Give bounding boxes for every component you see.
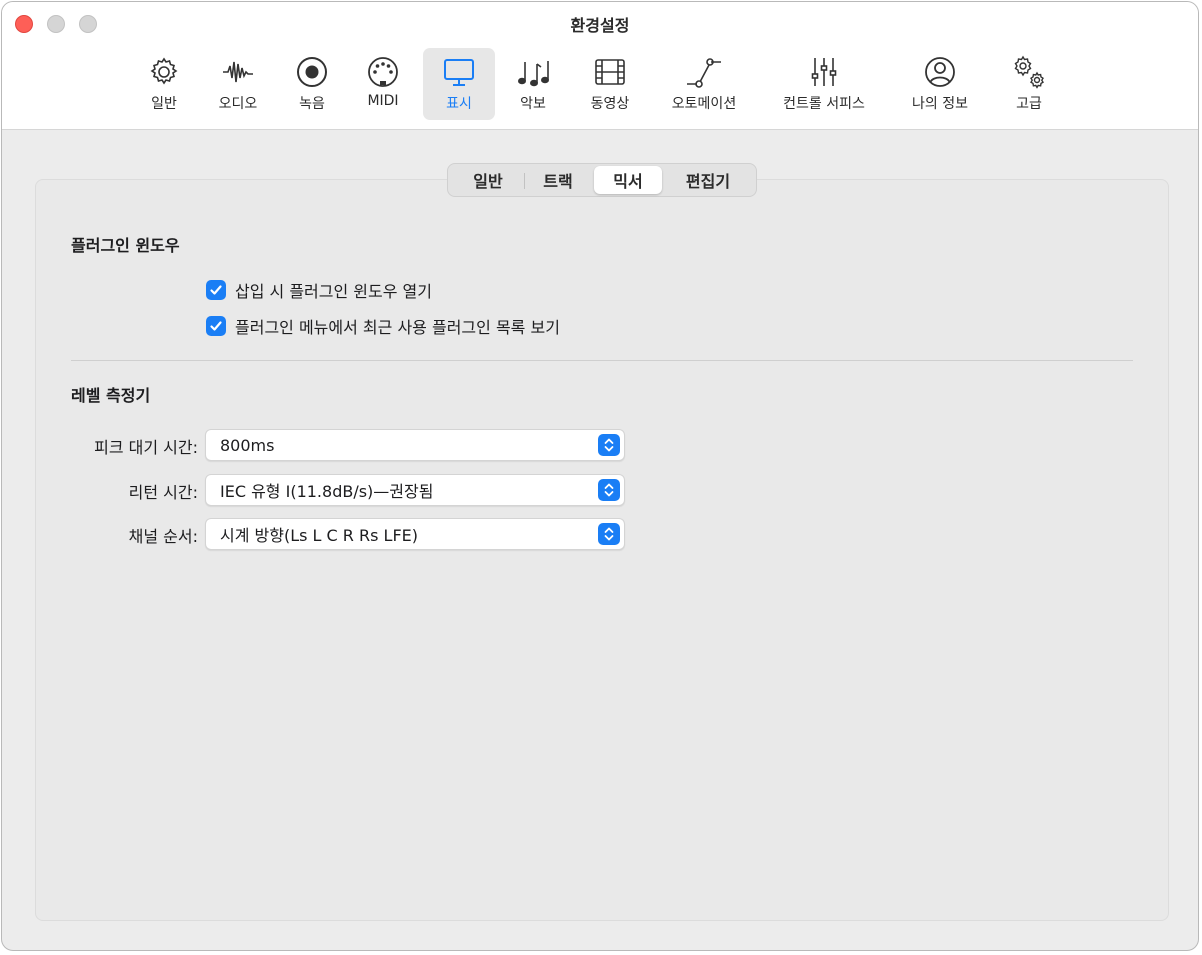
checkmark-icon [210, 285, 222, 295]
chevron-up-down-icon [598, 434, 620, 456]
tab-track[interactable]: 트랙 [525, 166, 591, 194]
toolbar-label-recording: 녹음 [299, 96, 325, 112]
tab-mixer[interactable]: 믹서 [594, 166, 662, 194]
recent-plugins-list-option[interactable]: 플러그인 메뉴에서 최근 사용 플러그인 목록 보기 [206, 314, 560, 338]
title-bar: 환경설정 일반 오디오 녹음 MIDI 표시 악보 동영상 오토메이션 컨트롤 … [2, 2, 1198, 130]
toolbar-item-automation[interactable]: 오토메이션 [660, 48, 748, 120]
recent-plugins-list-label: 플러그인 메뉴에서 최근 사용 플러그인 목록 보기 [235, 318, 560, 337]
peak-hold-time-label: 피크 대기 시간: [94, 438, 198, 457]
preferences-window: 환경설정 일반 오디오 녹음 MIDI 표시 악보 동영상 오토메이션 컨트롤 … [1, 1, 1199, 951]
toolbar-item-score[interactable]: 악보 [508, 48, 558, 120]
gears-icon [1011, 54, 1047, 90]
peak-hold-time-value: 800ms [220, 435, 275, 455]
section-divider [71, 360, 1133, 361]
channel-order-popup[interactable]: 시계 방향(Ls L C R Rs LFE) [205, 518, 625, 550]
toolbar-label-audio: 오디오 [218, 96, 258, 112]
gear-icon [146, 54, 182, 90]
toolbar-item-display[interactable]: 표시 [423, 48, 495, 120]
person-circle-icon [922, 54, 958, 90]
return-time-value: IEC 유형 I(11.8dB/s)—권장됨 [220, 482, 434, 501]
peak-hold-time-popup[interactable]: 800ms [205, 429, 625, 461]
window-title: 환경설정 [570, 16, 630, 35]
toolbar-label-automation: 오토메이션 [671, 96, 737, 112]
record-icon [294, 54, 330, 90]
plugin-window-heading: 플러그인 윈도우 [71, 236, 180, 255]
channel-order-value: 시계 방향(Ls L C R Rs LFE) [220, 526, 419, 545]
return-time-popup[interactable]: IEC 유형 I(11.8dB/s)—권장됨 [205, 474, 625, 506]
toolbar-item-my-info[interactable]: 나의 정보 [900, 48, 980, 120]
toolbar-item-control-surfaces[interactable]: 컨트롤 서피스 [768, 48, 880, 120]
toolbar-label-movie: 동영상 [590, 96, 630, 112]
return-time-label: 리턴 시간: [128, 483, 198, 502]
chevron-up-down-icon [598, 479, 620, 501]
toolbar-item-audio[interactable]: 오디오 [208, 48, 268, 120]
checkmark-icon [210, 321, 222, 331]
midi-port-icon [365, 54, 401, 90]
music-notes-icon [515, 54, 551, 90]
open-plugin-on-insert-label: 삽입 시 플러그인 윈도우 열기 [235, 282, 432, 301]
display-icon [441, 54, 477, 90]
toolbar-item-advanced[interactable]: 고급 [1002, 48, 1056, 120]
toolbar-item-recording[interactable]: 녹음 [288, 48, 336, 120]
channel-order-label: 채널 순서: [128, 527, 198, 546]
tab-control: 일반 트랙 믹서 편집기 [447, 163, 757, 197]
toolbar-item-movie[interactable]: 동영상 [582, 48, 638, 120]
open-plugin-on-insert-option[interactable]: 삽입 시 플러그인 윈도우 열기 [206, 278, 432, 302]
checkbox-checked[interactable] [206, 280, 226, 300]
toolbar-label-advanced: 고급 [1016, 96, 1042, 112]
toolbar-label-display: 표시 [446, 96, 472, 112]
toolbar-label-my-info: 나의 정보 [912, 96, 968, 112]
toolbar-label-control-surfaces: 컨트롤 서피스 [783, 96, 865, 112]
tab-editor[interactable]: 편집기 [665, 166, 751, 194]
toolbar-item-midi[interactable]: MIDI [358, 48, 408, 120]
chevron-up-down-icon [598, 523, 620, 545]
toolbar-item-general[interactable]: 일반 [138, 48, 190, 120]
checkbox-checked[interactable] [206, 316, 226, 336]
tab-general[interactable]: 일반 [452, 166, 524, 194]
toolbar-label-midi: MIDI [367, 93, 399, 109]
automation-curve-icon [686, 54, 722, 90]
toolbar-label-score: 악보 [520, 96, 546, 112]
film-icon [592, 54, 628, 90]
sliders-icon [806, 54, 842, 90]
level-meter-heading: 레벨 측정기 [71, 386, 151, 405]
toolbar-label-general: 일반 [151, 96, 177, 112]
waveform-icon [220, 54, 256, 90]
